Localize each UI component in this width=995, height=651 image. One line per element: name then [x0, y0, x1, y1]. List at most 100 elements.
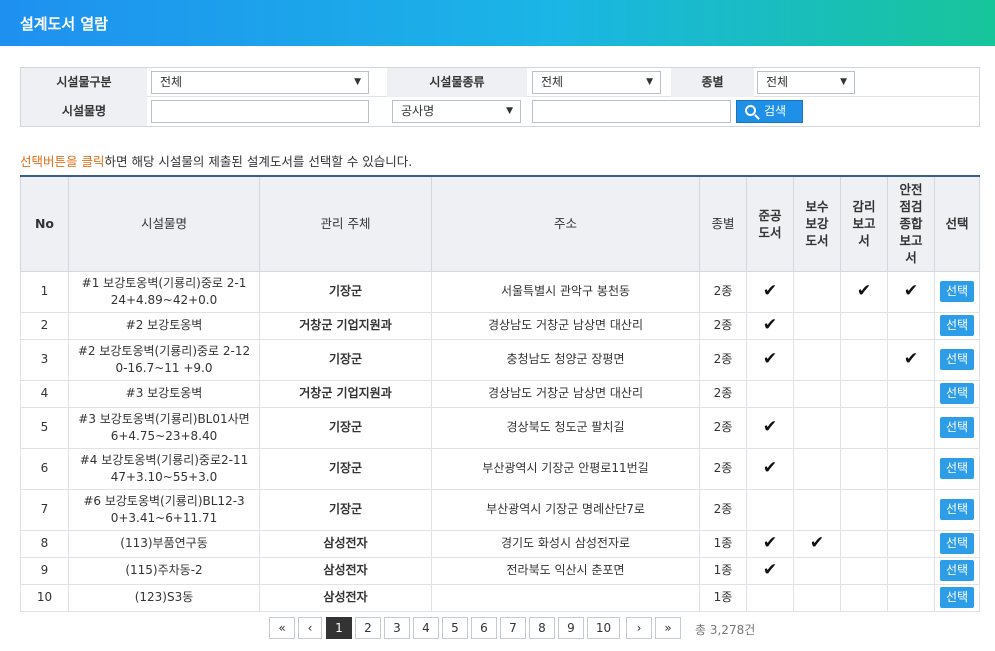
row-manager: 기장군 — [259, 447, 432, 490]
table-row: 2 #2 보강토옹벽 거창군 기업지원과 경상남도 거창군 남상면 대산리 2종 ✔ 선택 — [20, 311, 980, 340]
col-header-address: 주소 — [431, 175, 700, 272]
row-completion-cell: ✔ — [746, 270, 794, 313]
page-button[interactable]: 10 — [587, 617, 620, 639]
facility-type-select[interactable]: 전체 ▼ — [151, 71, 369, 94]
prev-page-button[interactable]: ‹ — [298, 617, 322, 639]
row-supervision-cell — [840, 529, 888, 558]
row-address — [431, 583, 700, 612]
row-safety-cell — [887, 488, 935, 531]
page-button[interactable]: 2 — [355, 617, 381, 639]
page-button[interactable]: 8 — [529, 617, 555, 639]
row-manager: 거창군 기업지원과 — [259, 311, 432, 340]
select-button[interactable]: 선택 — [940, 458, 974, 479]
chevron-down-icon: ▼ — [840, 77, 847, 87]
total-count: 총 3,278건 — [695, 623, 756, 637]
page-button[interactable]: 3 — [384, 617, 410, 639]
row-address: 전라북도 익산시 춘포면 — [431, 556, 700, 585]
table-header-row: No 시설물명 관리 주체 주소 종별 준공 도서 보수 보강 도서 감리 보고… — [20, 175, 980, 272]
row-supervision-cell — [840, 406, 888, 449]
filter-row-2: 시설물명 공사명 ▼ 검색 — [21, 97, 979, 126]
page-button[interactable]: 4 — [413, 617, 439, 639]
check-icon: ✔ — [762, 315, 778, 335]
row-select-cell: 선택 — [934, 379, 980, 408]
row-no: 3 — [20, 338, 69, 381]
table-row: 7 #6 보강토옹벽(기룡리)BL12-3 0+3.41~6+11.71 기장군 부산… — [20, 488, 980, 531]
table-row: 9 (115)주차동-2 삼성전자 전라북도 익산시 춘포면 1종 ✔ 선택 — [20, 556, 980, 585]
table-row: 1 #1 보강토옹벽(기룡리)중로 2-1 24+4.89~42+0.0 기장군 서울… — [20, 270, 980, 313]
page-button[interactable]: 7 — [500, 617, 526, 639]
row-grade: 2종 — [699, 379, 747, 408]
row-address: 충청남도 청양군 장평면 — [431, 338, 700, 381]
row-facility-name: #3 보강토옹벽(기룡리)BL01사면 6+4.75~23+8.40 — [68, 406, 260, 449]
page-button[interactable]: 9 — [558, 617, 584, 639]
col-header-name: 시설물명 — [68, 175, 260, 272]
row-completion-cell: ✔ — [746, 447, 794, 490]
select-button[interactable]: 선택 — [940, 587, 974, 608]
row-address: 경상남도 거창군 남상면 대산리 — [431, 379, 700, 408]
row-safety-cell — [887, 379, 935, 408]
facility-name-label: 시설물명 — [21, 97, 147, 126]
row-select-cell: 선택 — [934, 583, 980, 612]
row-completion-cell: ✔ — [746, 556, 794, 585]
search-button[interactable]: 검색 — [736, 100, 803, 123]
col-header-supervision: 감리 보고 서 — [840, 175, 888, 272]
check-icon: ✔ — [762, 560, 778, 580]
row-manager: 거창군 기업지원과 — [259, 379, 432, 408]
row-safety-cell — [887, 583, 935, 612]
grade-label: 종별 — [671, 68, 754, 97]
row-grade: 2종 — [699, 447, 747, 490]
col-header-safety: 안전 점검 종합 보고 서 — [887, 175, 935, 272]
facility-type-value: 전체 — [160, 75, 183, 89]
row-no: 6 — [20, 447, 69, 490]
row-reinforce-cell — [793, 488, 841, 531]
first-page-button[interactable]: « — [269, 617, 295, 639]
page-button[interactable]: 5 — [442, 617, 468, 639]
row-reinforce-cell — [793, 270, 841, 313]
select-button[interactable]: 선택 — [940, 281, 974, 302]
select-button[interactable]: 선택 — [940, 349, 974, 370]
select-button[interactable]: 선택 — [940, 533, 974, 554]
row-completion-cell: ✔ — [746, 529, 794, 558]
row-reinforce-cell — [793, 379, 841, 408]
grade-select[interactable]: 전체 ▼ — [757, 71, 855, 94]
select-button[interactable]: 선택 — [940, 560, 974, 581]
next-page-button[interactable]: › — [626, 617, 652, 639]
facility-kind-label: 시설물종류 — [387, 68, 527, 97]
row-grade: 2종 — [699, 406, 747, 449]
select-button[interactable]: 선택 — [940, 499, 974, 520]
instruction-rest: 하면 해당 시설물의 제출된 설계도서를 선택할 수 있습니다. — [104, 154, 413, 169]
row-grade: 1종 — [699, 529, 747, 558]
project-name-input[interactable] — [532, 100, 731, 123]
row-safety-cell — [887, 447, 935, 490]
row-manager: 삼성전자 — [259, 556, 432, 585]
col-header-manager: 관리 주체 — [259, 175, 432, 272]
select-button[interactable]: 선택 — [940, 383, 974, 404]
select-button[interactable]: 선택 — [940, 417, 974, 438]
row-safety-cell — [887, 556, 935, 585]
check-icon: ✔ — [762, 533, 778, 553]
instruction-text: 선택버튼을 클릭하면 해당 시설물의 제출된 설계도서를 선택할 수 있습니다. — [20, 151, 412, 170]
row-facility-name: #3 보강토옹벽 — [68, 379, 260, 408]
project-type-select[interactable]: 공사명 ▼ — [392, 100, 521, 123]
row-address: 부산광역시 기장군 명례산단7로 — [431, 488, 700, 531]
check-icon: ✔ — [903, 281, 919, 301]
page-button[interactable]: 1 — [326, 617, 352, 639]
select-button[interactable]: 선택 — [940, 315, 974, 336]
page-button[interactable]: 6 — [471, 617, 497, 639]
row-address: 서울특별시 관악구 봉천동 — [431, 270, 700, 313]
last-page-button[interactable]: » — [655, 617, 681, 639]
row-facility-name: #4 보강토옹벽(기룡리)중로2-11 47+3.10~55+3.0 — [68, 447, 260, 490]
row-address: 경상북도 청도군 팔치길 — [431, 406, 700, 449]
row-address: 경기도 화성시 삼성전자로 — [431, 529, 700, 558]
facility-kind-select[interactable]: 전체 ▼ — [532, 71, 661, 94]
row-grade: 1종 — [699, 583, 747, 612]
row-manager: 기장군 — [259, 488, 432, 531]
row-no: 10 — [20, 583, 69, 612]
check-icon: ✔ — [903, 349, 919, 369]
facility-name-input[interactable] — [151, 100, 369, 123]
row-manager: 기장군 — [259, 406, 432, 449]
row-supervision-cell — [840, 447, 888, 490]
row-completion-cell: ✔ — [746, 406, 794, 449]
row-reinforce-cell — [793, 311, 841, 340]
row-select-cell: 선택 — [934, 488, 980, 531]
